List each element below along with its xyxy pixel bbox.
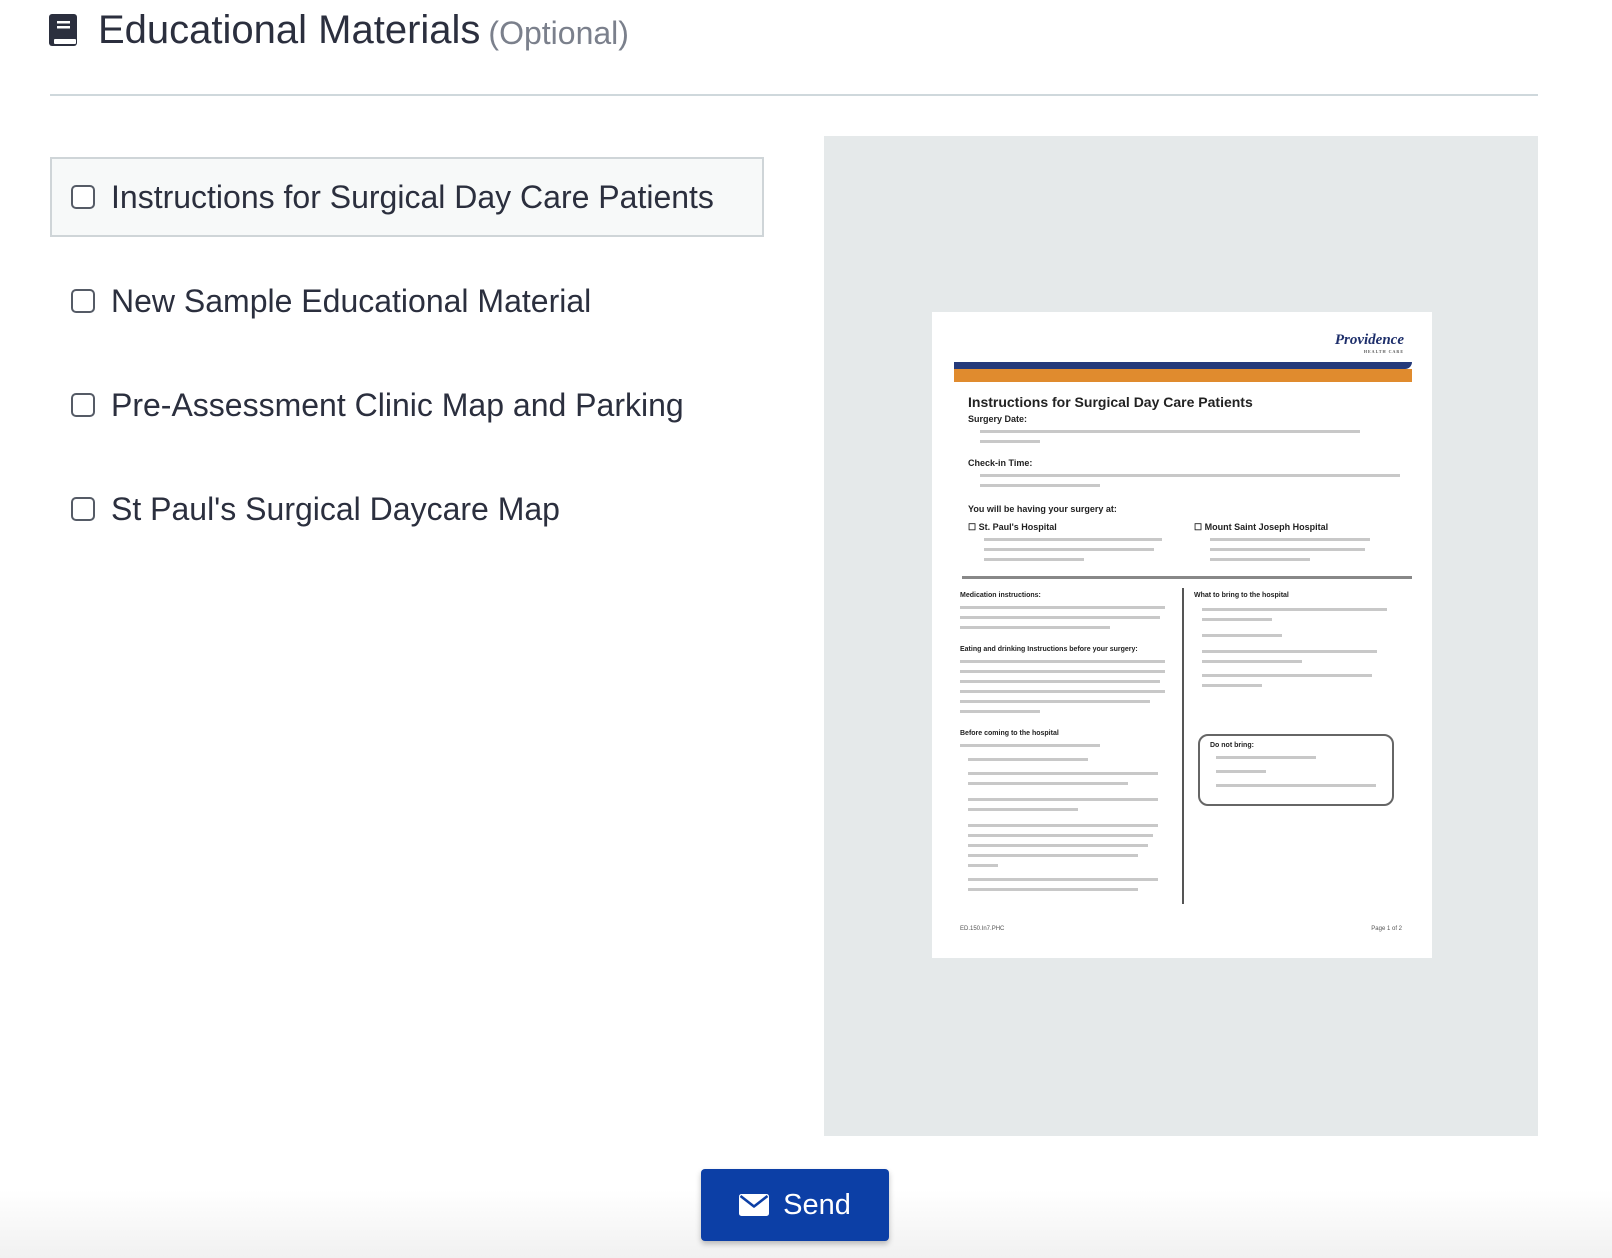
material-item[interactable]: New Sample Educational Material	[50, 261, 764, 341]
do-not-bring-heading: Do not bring:	[1210, 742, 1254, 749]
material-label: New Sample Educational Material	[111, 282, 592, 319]
text-line	[968, 758, 1088, 761]
text-line	[960, 660, 1165, 663]
hospital-2-label: ☐ Mount Saint Joseph Hospital	[1194, 522, 1329, 532]
text-line	[968, 798, 1158, 801]
text-line	[980, 474, 1400, 477]
text-line	[968, 854, 1138, 857]
material-item[interactable]: Instructions for Surgical Day Care Patie…	[50, 157, 764, 237]
document-preview-panel: Providence HEALTH CARE Instructions for …	[824, 136, 1538, 1136]
text-line	[1216, 756, 1316, 759]
text-line	[1210, 558, 1310, 561]
text-line	[968, 824, 1158, 827]
section-rule	[962, 576, 1412, 579]
column-rule	[1182, 588, 1184, 904]
material-label: Pre-Assessment Clinic Map and Parking	[111, 386, 684, 423]
text-line	[1202, 618, 1272, 621]
text-line	[960, 690, 1165, 693]
text-line	[1202, 660, 1302, 663]
material-checkbox[interactable]	[71, 289, 95, 313]
check-in-label: Check-in Time:	[968, 458, 1033, 468]
before-heading: Before coming to the hospital	[960, 730, 1059, 737]
surgery-date-label: Surgery Date:	[968, 414, 1028, 424]
book-icon	[49, 14, 77, 46]
document-thumbnail: Providence HEALTH CARE Instructions for …	[932, 312, 1432, 958]
section-header: Educational Materials (Optional)	[48, 0, 629, 60]
text-line	[968, 782, 1128, 785]
text-line	[968, 844, 1148, 847]
hospital-1-label: ☐ St. Paul's Hospital	[968, 522, 1057, 532]
text-line	[960, 606, 1165, 609]
text-line	[1202, 608, 1387, 611]
material-checkbox[interactable]	[71, 185, 95, 209]
text-line	[960, 710, 1040, 713]
providence-logo: Providence HEALTH CARE	[1334, 332, 1404, 354]
text-line	[968, 808, 1078, 811]
text-line	[984, 558, 1084, 561]
text-line	[960, 744, 1100, 747]
medication-heading: Medication instructions:	[960, 592, 1041, 599]
text-line	[1202, 634, 1282, 637]
text-line	[1202, 650, 1377, 653]
text-line	[960, 680, 1160, 683]
text-line	[1202, 674, 1372, 677]
bring-heading: What to bring to the hospital	[1194, 592, 1289, 599]
text-line	[968, 888, 1138, 891]
text-line	[1202, 684, 1262, 687]
text-line	[1216, 770, 1266, 773]
envelope-icon	[739, 1194, 770, 1216]
text-line	[1210, 548, 1365, 551]
text-line	[980, 484, 1100, 487]
material-checkbox[interactable]	[71, 497, 95, 521]
section-title: Educational Materials	[98, 7, 481, 52]
text-line	[960, 626, 1110, 629]
text-line	[960, 670, 1165, 673]
text-line	[1216, 784, 1376, 787]
page-number: Page 1 of 2	[1371, 926, 1402, 932]
divider	[50, 94, 1538, 96]
material-label: St Paul's Surgical Daycare Map	[111, 490, 560, 527]
material-label: Instructions for Surgical Day Care Patie…	[111, 178, 714, 215]
eating-heading: Eating and drinking Instructions before …	[960, 646, 1138, 653]
text-line	[968, 878, 1158, 881]
text-line	[968, 864, 998, 867]
footer-code: ED.150.In7.PHC	[960, 926, 1005, 932]
surgery-location-label: You will be having your surgery at:	[968, 504, 1117, 514]
material-item[interactable]: Pre-Assessment Clinic Map and Parking	[50, 365, 764, 445]
material-checkbox[interactable]	[71, 393, 95, 417]
material-item[interactable]: St Paul's Surgical Daycare Map	[50, 469, 764, 549]
header-band-orange	[954, 369, 1412, 382]
text-line	[984, 538, 1162, 541]
text-line	[1210, 538, 1370, 541]
text-line	[980, 430, 1360, 433]
text-line	[984, 548, 1154, 551]
send-label: Send	[783, 1188, 851, 1221]
text-line	[968, 834, 1153, 837]
text-line	[960, 700, 1150, 703]
text-line	[960, 616, 1160, 619]
document-title: Instructions for Surgical Day Care Patie…	[968, 394, 1253, 410]
send-button[interactable]: Send	[701, 1169, 889, 1241]
materials-list: Instructions for Surgical Day Care Patie…	[50, 157, 764, 573]
text-line	[968, 772, 1158, 775]
header-band-blue	[954, 362, 1412, 369]
text-line	[980, 440, 1040, 443]
optional-label: (Optional)	[488, 14, 629, 51]
